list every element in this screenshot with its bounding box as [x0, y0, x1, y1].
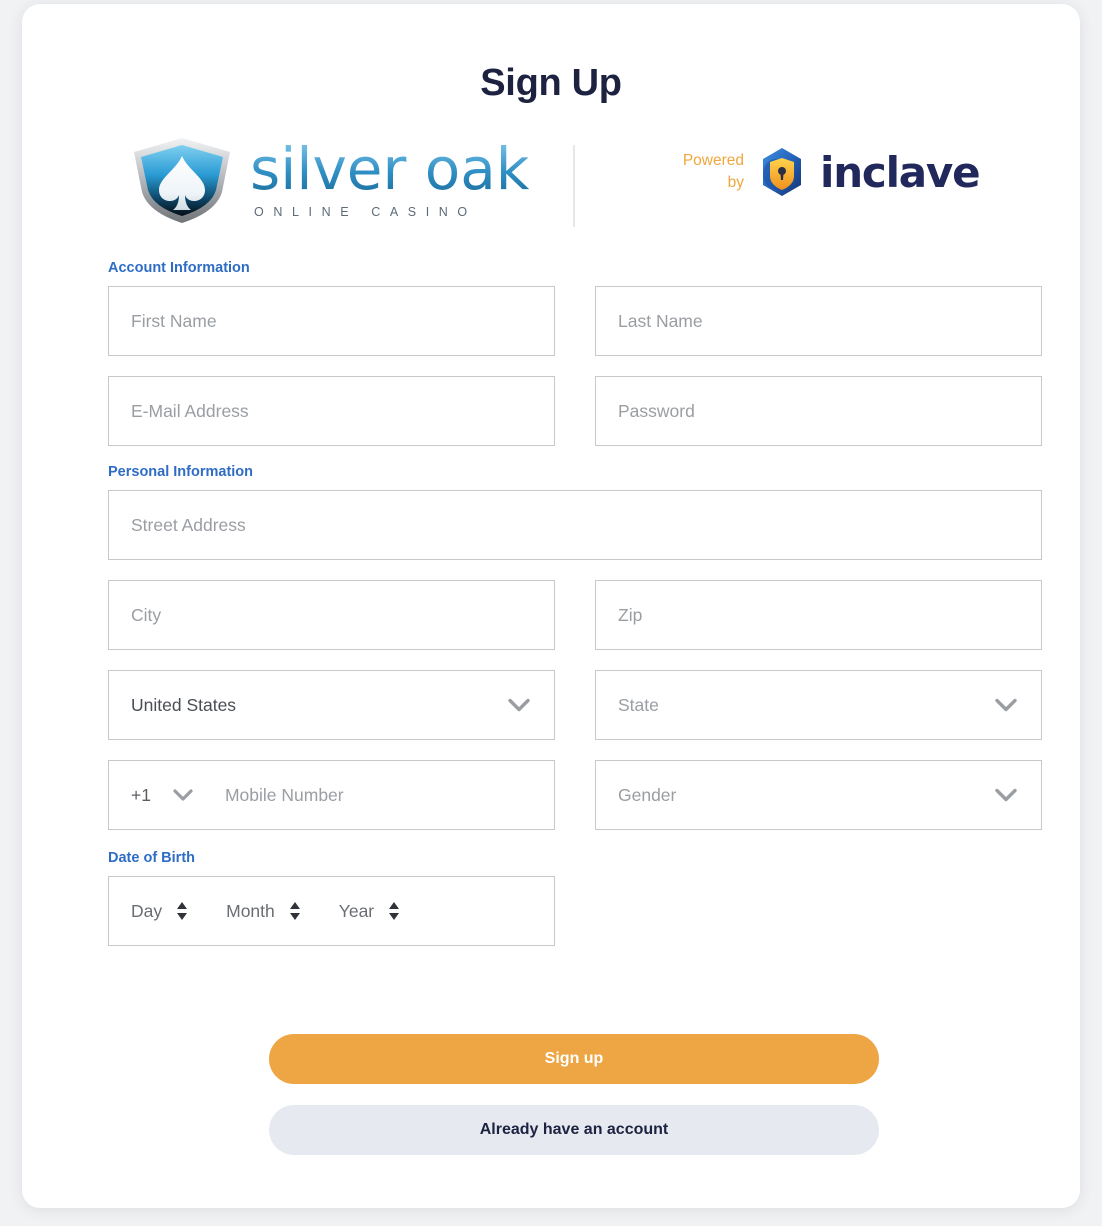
- spade-shield-icon: [134, 138, 230, 223]
- select-gender[interactable]: Gender: [595, 760, 1042, 830]
- signup-card: Sign Up silver oak ONLINE CASINO Powered…: [22, 4, 1080, 1208]
- signup-button[interactable]: Sign up: [269, 1034, 879, 1084]
- powered-line-2: by: [727, 174, 744, 191]
- select-dob-day[interactable]: Day: [109, 901, 188, 922]
- field-zip[interactable]: Zip: [595, 580, 1042, 650]
- brand-divider: [573, 145, 575, 227]
- password-placeholder: Password: [618, 400, 695, 421]
- chevron-down-icon[interactable]: [173, 789, 193, 801]
- inclave-hexagon-shield-icon: [763, 148, 801, 196]
- field-first-name[interactable]: First Name: [108, 286, 555, 356]
- field-street-address[interactable]: Street Address: [108, 490, 1042, 560]
- already-have-account-button[interactable]: Already have an account: [269, 1105, 879, 1155]
- email-placeholder: E-Mail Address: [131, 400, 249, 421]
- inclave-wordmark: inclave: [820, 147, 981, 197]
- updown-arrows-icon[interactable]: [176, 901, 188, 921]
- signup-page: Sign Up silver oak ONLINE CASINO Powered…: [0, 0, 1102, 1226]
- dob-day-label: Day: [131, 900, 163, 921]
- date-of-birth-group: Day Month Year: [108, 876, 555, 946]
- row-credentials: E-Mail Address Password: [108, 376, 1042, 446]
- field-mobile-number[interactable]: +1 Mobile Number: [108, 760, 555, 830]
- chevron-down-icon[interactable]: [995, 788, 1017, 802]
- field-password[interactable]: Password: [595, 376, 1042, 446]
- country-value: United States: [131, 694, 237, 715]
- select-dob-month[interactable]: Month: [188, 901, 301, 922]
- select-state[interactable]: State: [595, 670, 1042, 740]
- powered-by-label: Powered by: [672, 150, 744, 195]
- dob-month-label: Month: [226, 900, 275, 921]
- silveroak-wordmark: silver oak ONLINE CASINO: [250, 134, 530, 220]
- row-city-zip: City Zip: [108, 580, 1042, 650]
- row-country-state: United States State: [108, 670, 1042, 740]
- section-account-information: Account Information: [108, 260, 250, 276]
- mobile-placeholder: Mobile Number: [224, 784, 344, 805]
- chevron-down-icon[interactable]: [995, 698, 1017, 712]
- powered-line-1: Powered: [682, 151, 744, 169]
- first-name-placeholder: First Name: [131, 310, 217, 331]
- state-placeholder: State: [618, 694, 659, 715]
- section-personal-information: Personal Information: [108, 464, 254, 480]
- zip-placeholder: Zip: [618, 604, 643, 625]
- dob-year-label: Year: [338, 900, 375, 921]
- updown-arrows-icon[interactable]: [289, 901, 301, 921]
- inclave-logo: Powered by inclave: [672, 146, 981, 198]
- page-title: Sign Up: [480, 62, 622, 104]
- brand-strip: silver oak ONLINE CASINO Powered by incl…: [22, 132, 1080, 236]
- form-actions: Sign up Already have an account: [269, 1034, 879, 1155]
- select-dob-year[interactable]: Year: [301, 901, 400, 922]
- row-street: Street Address: [108, 490, 1042, 560]
- city-placeholder: City: [131, 604, 162, 625]
- silveroak-logo: silver oak ONLINE CASINO: [126, 134, 529, 226]
- row-mobile-gender: +1 Mobile Number Gender: [108, 760, 1042, 830]
- chevron-down-icon[interactable]: [508, 698, 530, 712]
- field-city[interactable]: City: [108, 580, 555, 650]
- row-name: First Name Last Name: [108, 286, 1042, 356]
- silveroak-tagline: ONLINE CASINO: [254, 205, 477, 220]
- select-country[interactable]: United States: [108, 670, 555, 740]
- signup-form: Account Information First Name Last Name: [108, 260, 1042, 946]
- section-date-of-birth: Date of Birth: [108, 850, 195, 866]
- phone-country-code: +1: [131, 784, 151, 805]
- street-placeholder: Street Address: [131, 514, 246, 535]
- field-email[interactable]: E-Mail Address: [108, 376, 555, 446]
- gender-placeholder: Gender: [618, 784, 677, 805]
- updown-arrows-icon[interactable]: [388, 901, 400, 921]
- silveroak-name: silver oak: [250, 134, 530, 203]
- last-name-placeholder: Last Name: [618, 310, 703, 331]
- field-last-name[interactable]: Last Name: [595, 286, 1042, 356]
